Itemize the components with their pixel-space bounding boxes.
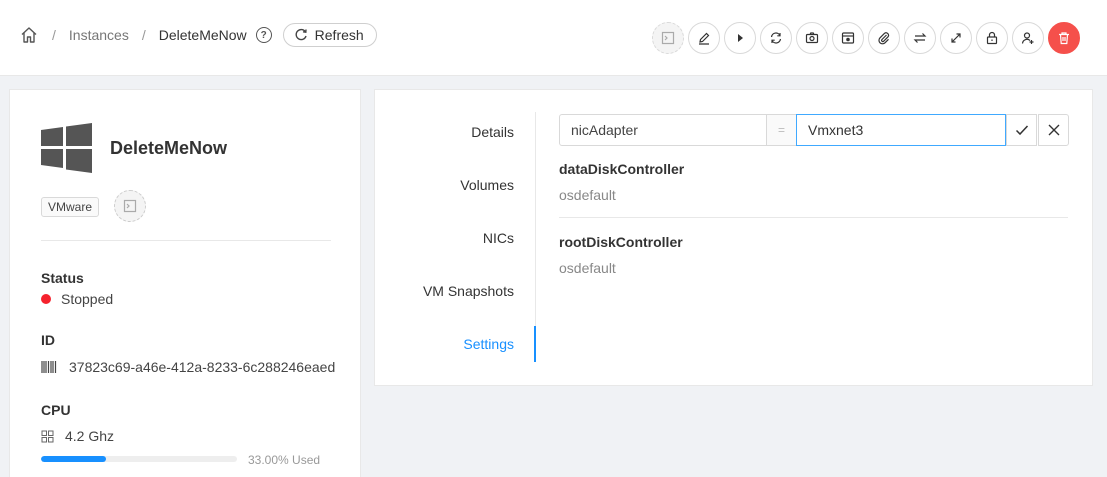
breadcrumb-separator: /: [52, 27, 56, 43]
home-icon[interactable]: [19, 25, 39, 45]
play-icon: [738, 34, 743, 42]
reload-icon: [295, 28, 307, 41]
reset-password-button[interactable]: [976, 22, 1008, 54]
setting-value[interactable]: osdefault: [559, 260, 616, 276]
cpu-value: 4.2 Ghz: [41, 428, 114, 444]
status-dot: [41, 294, 51, 304]
edit-button[interactable]: [688, 22, 720, 54]
setting-value[interactable]: osdefault: [559, 187, 616, 203]
cancel-button[interactable]: [1038, 114, 1069, 146]
reinstall-button[interactable]: [760, 22, 792, 54]
cpu-text: 4.2 Ghz: [65, 428, 115, 444]
windows-icon: [41, 123, 92, 173]
id-label: ID: [41, 332, 55, 348]
console-icon: [123, 199, 137, 213]
refresh-label: Refresh: [314, 27, 364, 43]
start-button[interactable]: [724, 22, 756, 54]
setting-name: rootDiskController: [559, 234, 683, 250]
cpu-progress-bar: [41, 456, 237, 462]
breadcrumb-current: DeleteMeNow: [158, 27, 247, 43]
breadcrumb: / Instances / DeleteMeNow ? Refresh: [19, 22, 377, 48]
status-label: Status: [41, 270, 84, 286]
question-circle-icon[interactable]: ?: [255, 27, 272, 43]
assign-vm-button[interactable]: [1012, 22, 1044, 54]
barcode-icon: [41, 361, 57, 373]
console-icon: [661, 31, 675, 45]
setting-name: dataDiskController: [559, 161, 685, 177]
migrate-button[interactable]: [904, 22, 936, 54]
appstore-icon: [41, 430, 54, 442]
action-toolbar: [652, 22, 1080, 54]
id-value: 37823c69-a46e-412a-8233-6c288246eaed: [41, 359, 335, 375]
user-add-icon: [1021, 32, 1034, 44]
snapshot-button[interactable]: [796, 22, 828, 54]
tab-nics[interactable]: NICs: [483, 230, 514, 246]
instance-name: DeleteMeNow: [110, 138, 228, 158]
instance-tabs-card: Details Volumes NICs VM Snapshots Settin…: [374, 89, 1093, 386]
cpu-progress-fill: [41, 456, 106, 462]
tab-vm-snapshots[interactable]: VM Snapshots: [423, 283, 514, 299]
console-button[interactable]: [652, 22, 684, 54]
id-text: 37823c69-a46e-412a-8233-6c288246eaed: [69, 359, 336, 375]
top-bar: / Instances / DeleteMeNow ? Refresh: [0, 0, 1107, 76]
scale-button[interactable]: [940, 22, 972, 54]
swap-icon: [913, 33, 927, 43]
breadcrumb-instances[interactable]: Instances: [69, 27, 129, 43]
close-icon: [1048, 124, 1059, 136]
lock-icon: [986, 31, 998, 45]
console-button[interactable]: [114, 190, 146, 222]
backup-button[interactable]: [832, 22, 864, 54]
instance-info-card: DeleteMeNow VMware Status Stopped ID 378…: [9, 89, 361, 477]
tab-details[interactable]: Details: [471, 124, 514, 140]
delete-icon: [1059, 32, 1069, 45]
breadcrumb-separator: /: [141, 27, 146, 43]
camera-icon: [805, 32, 819, 44]
equals-sign: =: [767, 114, 796, 146]
destroy-button[interactable]: [1048, 22, 1080, 54]
setting-value-input[interactable]: Vmxnet3: [796, 114, 1006, 146]
divider: [41, 240, 331, 241]
refresh-button[interactable]: Refresh: [282, 23, 377, 47]
status-text: Stopped: [61, 291, 114, 307]
paperclip-icon: [878, 32, 890, 45]
tab-volumes[interactable]: Volumes: [460, 177, 514, 193]
confirm-button[interactable]: [1006, 114, 1037, 146]
tab-settings[interactable]: Settings: [463, 336, 514, 352]
divider: [559, 217, 1068, 218]
check-icon: [1015, 125, 1028, 136]
storage-icon: [841, 32, 855, 44]
sync-icon: [770, 32, 782, 44]
tab-active-indicator: [534, 326, 536, 362]
status-value: Stopped: [41, 291, 113, 307]
tab-divider: [535, 112, 536, 362]
add-setting-row: nicAdapter = Vmxnet3: [559, 114, 1069, 146]
setting-key-input[interactable]: nicAdapter: [559, 114, 767, 146]
cpu-label: CPU: [41, 402, 71, 418]
hypervisor-tag: VMware: [41, 197, 100, 217]
attach-iso-button[interactable]: [868, 22, 900, 54]
edit-icon: [699, 32, 710, 45]
cpu-used-text: 33.00% Used: [248, 453, 321, 467]
arrows-alt-icon: [951, 33, 961, 43]
